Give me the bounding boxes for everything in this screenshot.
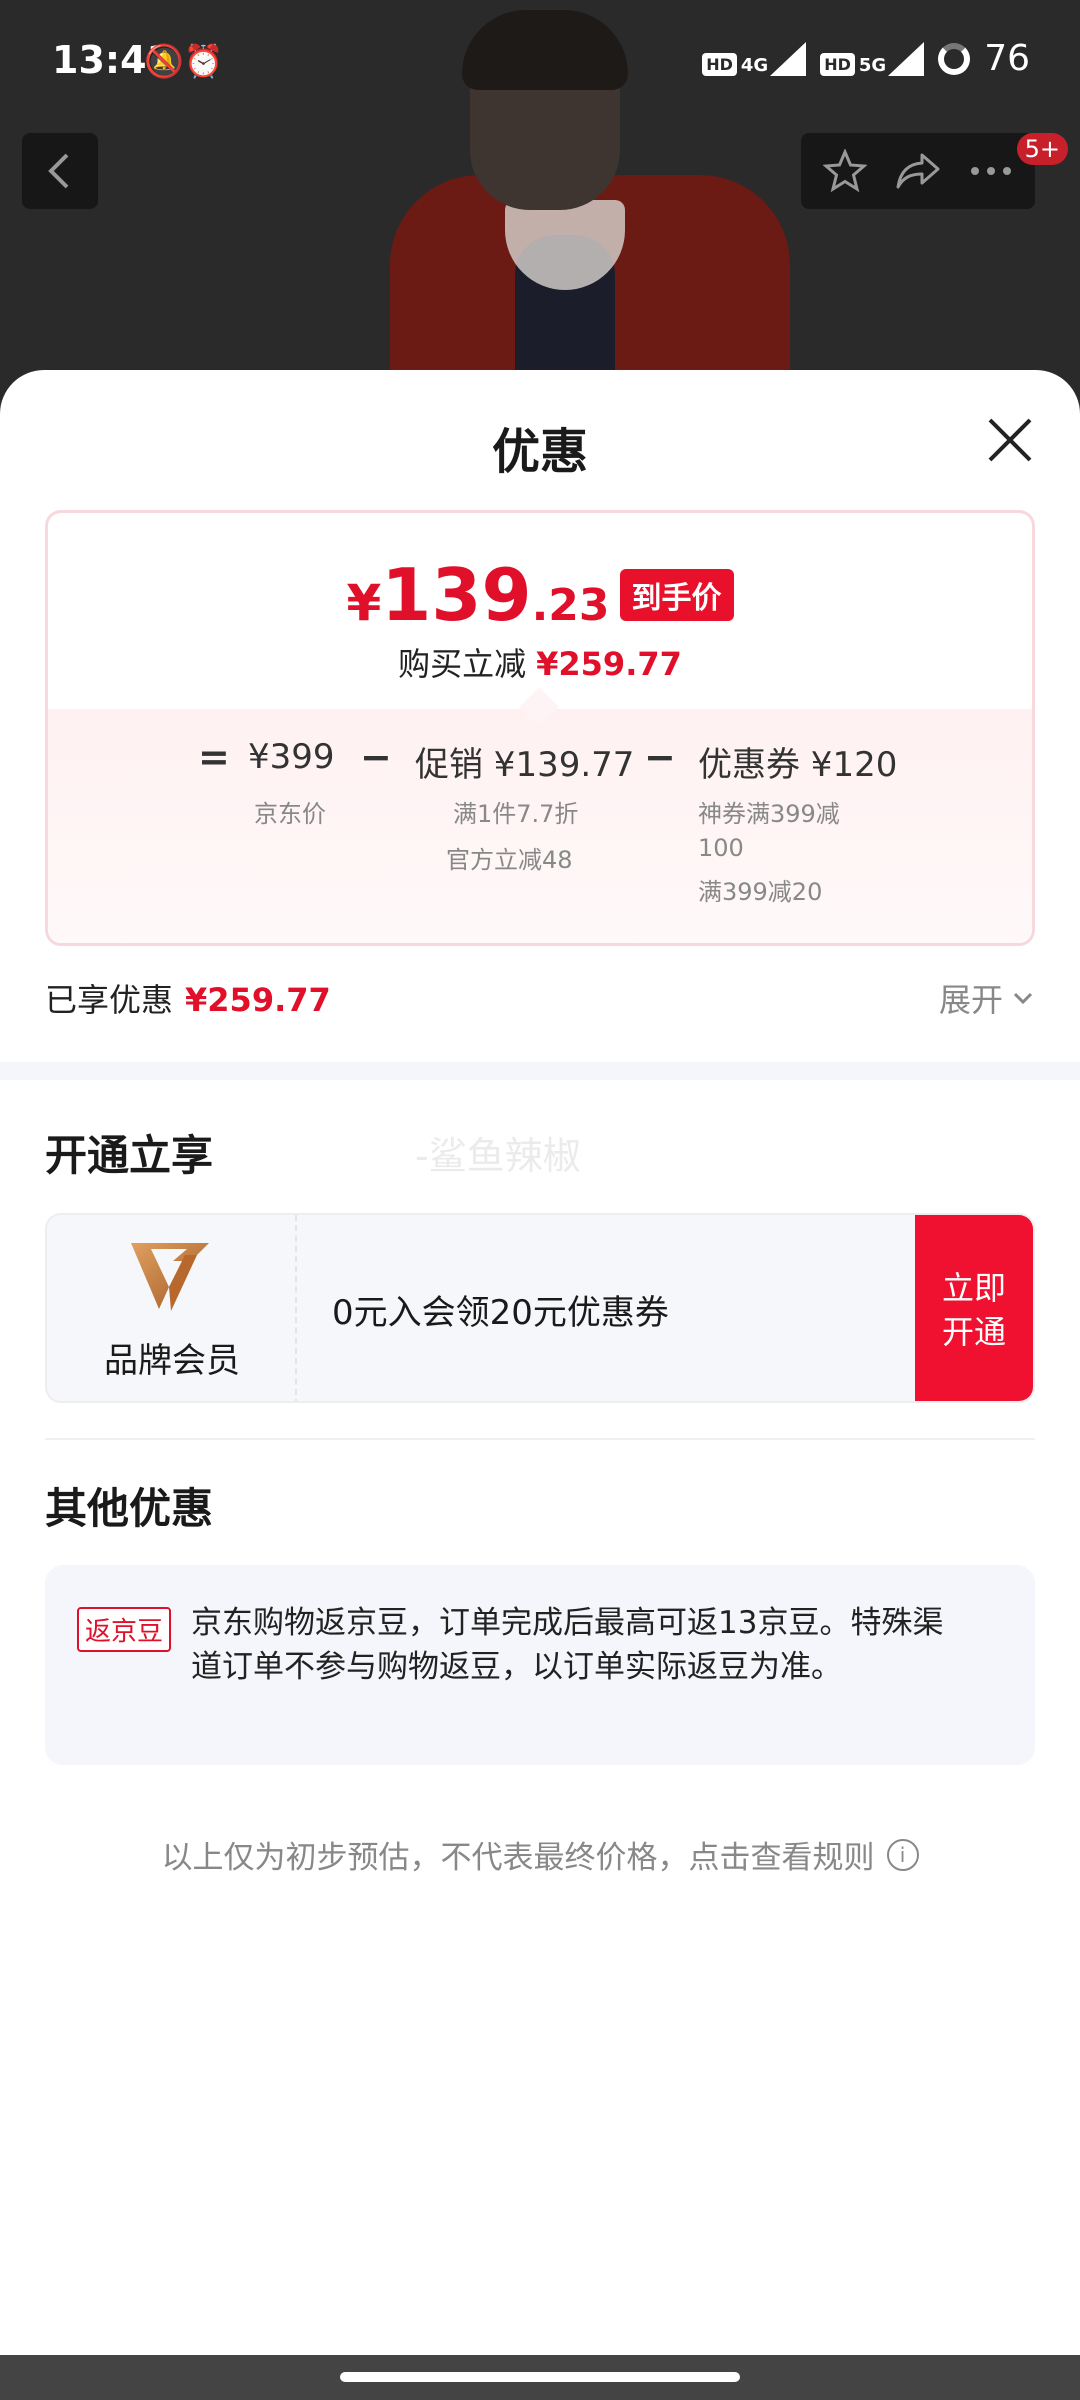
jd-bean-rebate-card: 返京豆 京东购物返京豆，订单完成后最高可返13京豆。特殊渠道订单不参与购物返豆，… [45, 1565, 1035, 1765]
jd-price: ¥399 [248, 737, 335, 777]
shop-watermark: -鲨鱼辣椒 [415, 1134, 581, 1178]
status-right-group: HD 4G HD 5G 76 [702, 38, 1030, 79]
enjoyed-discount-row: 已享优惠 ¥259.77 [45, 975, 331, 1021]
sim1-network-label: 4G [740, 54, 769, 76]
minus-sign-2: − [644, 735, 676, 779]
thin-divider [45, 1438, 1035, 1440]
join-now-line1: 立即 [941, 1269, 1006, 1307]
footnote-text: 以上仅为初步预估，不代表最终价格，点击查看规则 [161, 1840, 875, 1876]
sim2-signal-icon: HD 5G [820, 41, 925, 76]
final-price: ¥ 139 .23 到手价 [48, 553, 1032, 637]
expand-button[interactable]: 展开 [939, 975, 1035, 1021]
coupon-detail-3: 满399减20 [698, 878, 823, 906]
more-dots-icon [970, 167, 1011, 175]
price-integer: 139 [381, 553, 532, 637]
price-decimal: .23 [531, 580, 610, 631]
minus-sign-1: − [360, 735, 392, 779]
brand-member-label: 品牌会员 [104, 1341, 240, 1381]
join-now-label: 立即 开通 [942, 1266, 1006, 1354]
back-button[interactable] [22, 133, 98, 209]
member-brand-block: 品牌会员 [47, 1215, 297, 1401]
star-icon [823, 149, 868, 193]
final-price-section: ¥ 139 .23 到手价 购买立减 ¥259.77 [48, 513, 1032, 709]
jd-bean-description: 京东购物返京豆，订单完成后最高可返13京豆。特殊渠道订单不参与购物返豆，以订单实… [191, 1605, 944, 1685]
top-action-group [801, 133, 1035, 209]
coupon-detail-2: 100 [698, 834, 744, 862]
other-section-title: 其他优惠 [45, 1484, 214, 1533]
sheet-title: 优惠 [491, 424, 588, 480]
open-section-title: 开通立享 [45, 1131, 214, 1180]
chevron-down-icon [1013, 992, 1033, 1005]
promo-amount: 促销 ¥139.77 [415, 745, 635, 785]
member-offer-text: 0元入会领20元优惠券 [332, 1293, 669, 1333]
more-button[interactable] [956, 136, 1026, 206]
promo-detail-1: 满1件7.7折 [453, 800, 579, 828]
enjoyed-discount-label: 已享优惠 [45, 981, 174, 1019]
sim2-network-label: 5G [858, 54, 887, 76]
jd-bean-tag: 返京豆 [77, 1607, 172, 1652]
favorite-button[interactable] [810, 136, 880, 206]
home-indicator[interactable] [340, 2372, 740, 2382]
chevron-left-icon [48, 153, 69, 189]
instant-discount-amount: ¥259.77 [536, 645, 682, 683]
brand-member-logo-icon [131, 1243, 209, 1311]
final-price-tag: 到手价 [619, 569, 734, 621]
share-button[interactable] [883, 136, 953, 206]
jd-price-label: 京东价 [254, 800, 326, 828]
sim1-hd-label: HD [702, 52, 737, 76]
status-bar: 13:41 🔕⏰ HD 4G HD 5G 76 [0, 0, 1080, 125]
battery-level: 76 [984, 38, 1030, 79]
close-button[interactable] [982, 412, 1038, 468]
instant-discount-label: 购买立减 [398, 645, 527, 683]
brand-member-card[interactable]: 品牌会员 0元入会领20元优惠券 立即 开通 [45, 1213, 1035, 1403]
price-currency: ¥ [346, 574, 382, 632]
join-now-line2: 开通 [941, 1313, 1006, 1351]
coupon-detail-1: 神券满399减 [698, 800, 840, 828]
enjoyed-discount-amount: ¥259.77 [185, 981, 331, 1019]
battery-ring-icon [938, 42, 971, 75]
price-breakdown-card: ¥ 139 .23 到手价 购买立减 ¥259.77 = ¥399 京东价 − 促… [45, 510, 1035, 946]
sim2-hd-label: HD [820, 52, 855, 76]
instant-discount-row: 购买立减 ¥259.77 [48, 639, 1032, 685]
close-icon [988, 418, 1032, 462]
sim1-signal-icon: HD 4G [702, 41, 807, 76]
section-divider [0, 1062, 1080, 1080]
equals-sign: = [198, 735, 230, 779]
join-now-button[interactable]: 立即 开通 [915, 1215, 1033, 1401]
estimate-rules-link[interactable]: 以上仅为初步预估，不代表最终价格，点击查看规则 i [0, 1832, 1080, 1877]
promo-detail-2: 官方立减48 [446, 846, 573, 874]
discount-sheet: 优惠 ¥ 139 .23 到手价 购买立减 ¥259.77 = ¥399 京东价 … [0, 370, 1080, 2355]
coupon-amount: 优惠券 ¥120 [698, 745, 898, 785]
message-count-badge: 5+ [1016, 133, 1068, 165]
info-icon: i [886, 1838, 919, 1871]
notification-icons: 🔕⏰ [144, 42, 224, 80]
share-icon [896, 153, 940, 189]
expand-label: 展开 [938, 981, 1003, 1019]
